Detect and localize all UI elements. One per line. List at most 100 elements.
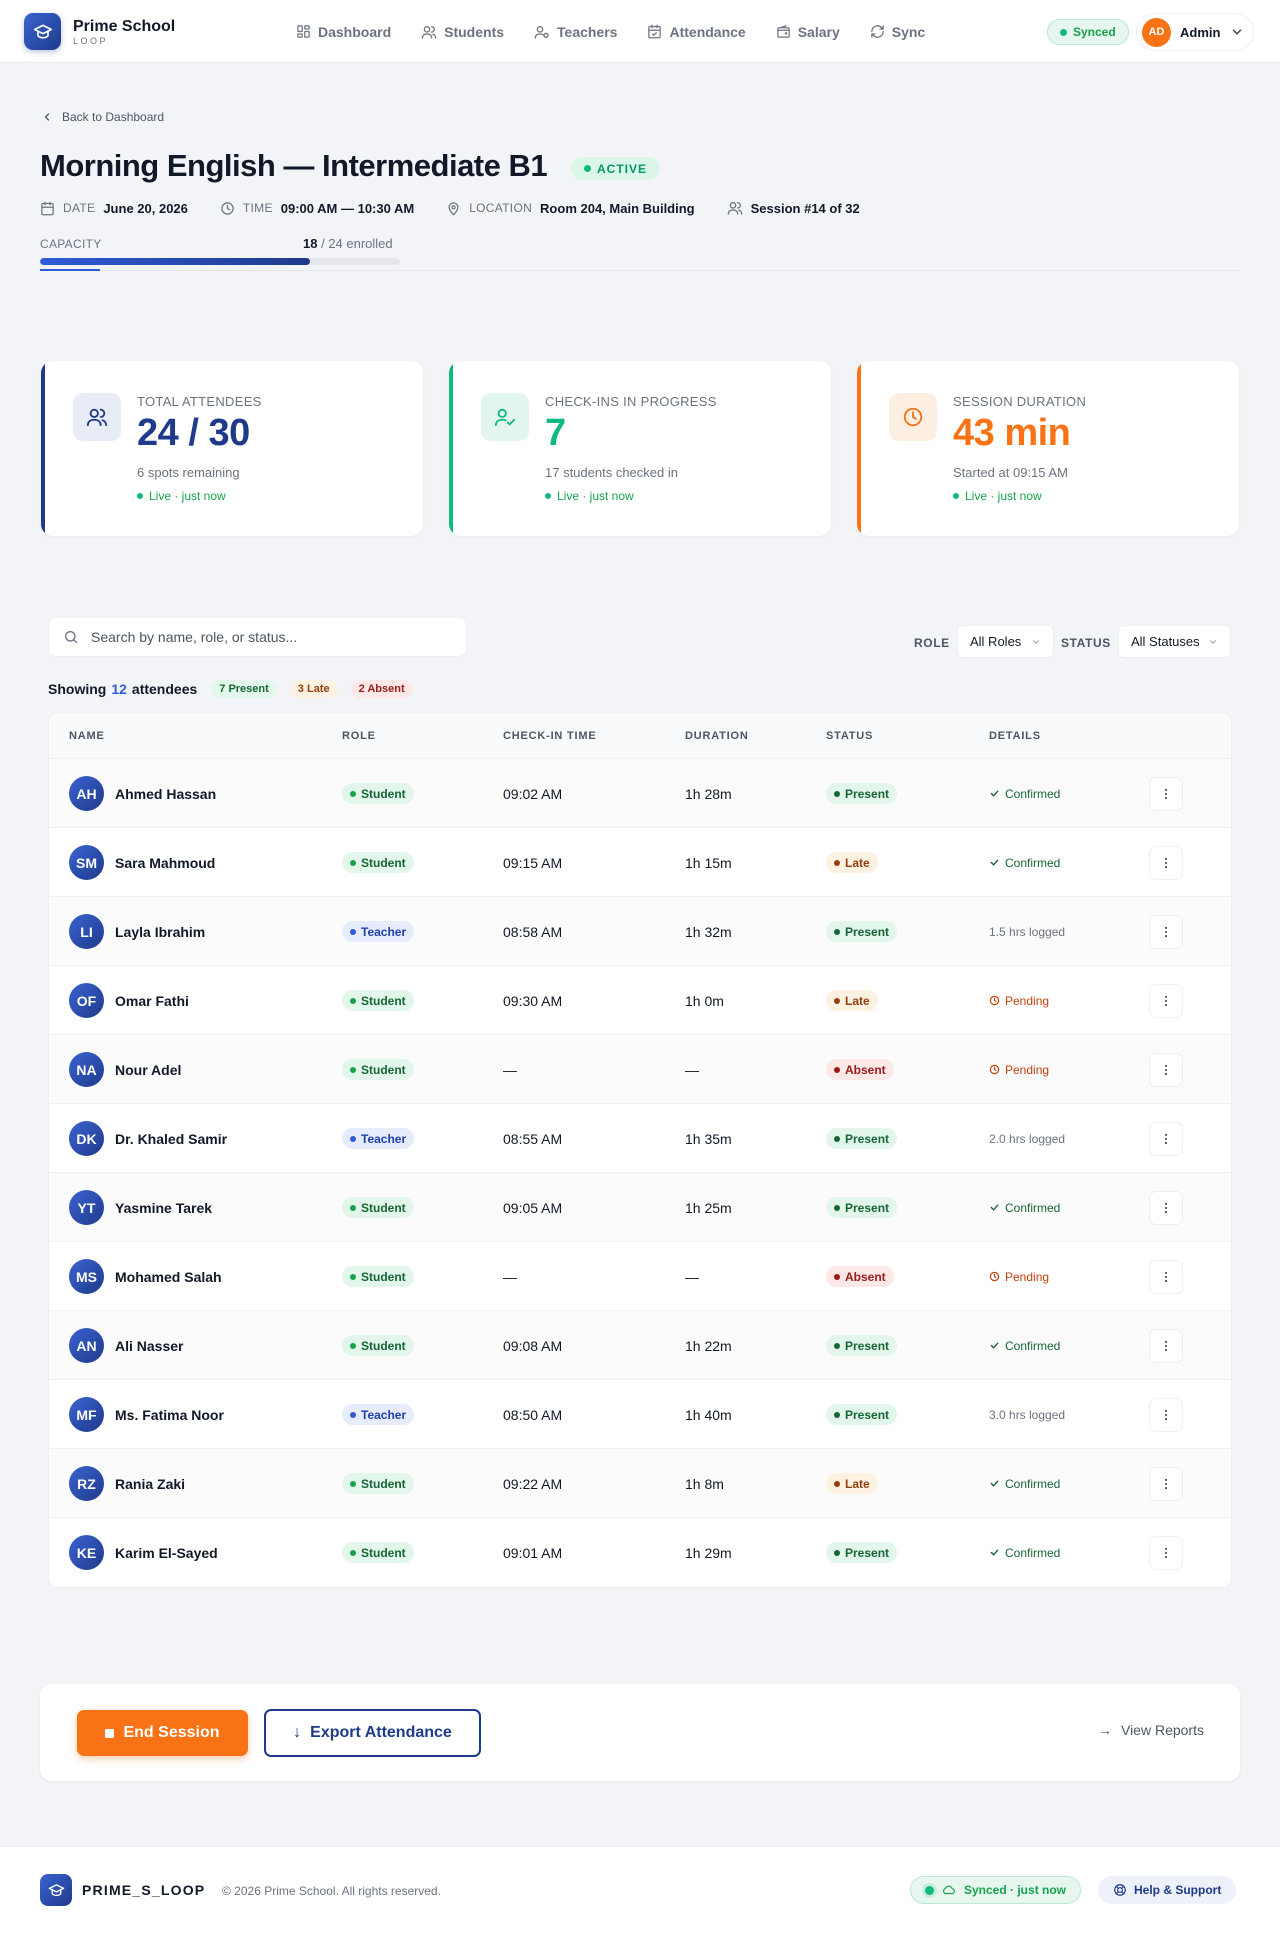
table-row[interactable]: DK Dr. Khaled Samir Teacher 08:55 AM 1h 35m P… xyxy=(49,1104,1231,1173)
row-actions-button[interactable] xyxy=(1149,914,1183,949)
table-row[interactable]: NA Nour Adel Student — — Absent Pending xyxy=(49,1035,1231,1104)
status-cell: Present xyxy=(826,759,898,828)
search-box xyxy=(48,617,467,657)
attendee-name[interactable]: Ali Nasser xyxy=(115,1338,183,1354)
checkin-cell: 09:01 AM xyxy=(503,1544,563,1561)
status-cell: Absent xyxy=(826,1035,894,1104)
table-row[interactable]: LI Layla Ibrahim Teacher 08:58 AM 1h 32m Pres… xyxy=(49,897,1231,966)
attendee-name[interactable]: Layla Ibrahim xyxy=(115,924,205,940)
attendee-name[interactable]: Rania Zaki xyxy=(115,1476,185,1492)
badge-dot xyxy=(834,997,840,1004)
back-link-label: Back to Dashboard xyxy=(62,110,165,124)
table-row[interactable]: YT Yasmine Tarek Student 09:05 AM 1h 25m Pres… xyxy=(49,1173,1231,1242)
column-header-role[interactable]: ROLE xyxy=(342,730,376,742)
status-badge: Present xyxy=(826,1128,898,1149)
attendee-name[interactable]: Yasmine Tarek xyxy=(115,1200,212,1216)
row-actions-button[interactable] xyxy=(1149,845,1183,880)
capacity-count: 18 / 24 enrolled xyxy=(303,236,393,251)
nav-students[interactable]: Students xyxy=(421,24,504,40)
nav-label: Teachers xyxy=(557,23,618,40)
wallet-icon xyxy=(776,25,790,38)
capacity-progress-bar xyxy=(40,258,400,265)
column-header-status[interactable]: STATUS xyxy=(826,730,873,742)
status-filter-select[interactable]: All Statuses xyxy=(1118,625,1231,658)
role-filter-label: ROLE xyxy=(914,636,950,650)
top-navbar: Prime School LOOP Dashboard Students Tea… xyxy=(0,0,1280,63)
sync-status-text: Synced xyxy=(1073,25,1116,39)
role-cell: Student xyxy=(342,1518,414,1587)
attendee-name[interactable]: Mohamed Salah xyxy=(115,1269,222,1285)
details-cell: 2.0 hrs logged xyxy=(989,1104,1065,1173)
column-header-duration[interactable]: DURATION xyxy=(685,730,749,742)
row-actions-button[interactable] xyxy=(1149,1328,1183,1363)
nav-label: Dashboard xyxy=(318,23,392,40)
status-cell: Present xyxy=(826,897,898,966)
row-actions-button[interactable] xyxy=(1149,1052,1183,1087)
status-cell: Late xyxy=(826,1449,878,1518)
table-row[interactable]: RZ Rania Zaki Student 09:22 AM 1h 8m Late Conf… xyxy=(49,1449,1231,1518)
arrow-right-icon: → xyxy=(1097,1722,1112,1738)
table-row[interactable]: MS Mohamed Salah Student — — Absent Pending xyxy=(49,1242,1231,1311)
summary-prefix: Showing xyxy=(48,681,107,697)
attendee-name[interactable]: Ahmed Hassan xyxy=(115,786,216,802)
row-actions-button[interactable] xyxy=(1149,1535,1183,1570)
role-text: Student xyxy=(361,1338,406,1353)
duration-cell: 1h 22m xyxy=(685,1337,732,1354)
search-input[interactable] xyxy=(91,629,431,645)
footer-copyright: © 2026 Prime School. All rights reserved… xyxy=(222,1884,441,1898)
nav-attendance[interactable]: Attendance xyxy=(647,24,746,40)
stat-subtext: 6 spots remaining xyxy=(137,465,240,480)
details-cell: Confirmed xyxy=(989,759,1060,828)
attendee-name[interactable]: Omar Fathi xyxy=(115,993,189,1009)
column-header-checkin[interactable]: CHECK-IN TIME xyxy=(503,730,597,742)
end-session-button[interactable]: End Session xyxy=(77,1710,248,1756)
name-cell: AN Ali Nasser xyxy=(69,1311,183,1380)
attendee-name[interactable]: Karim El-Sayed xyxy=(115,1545,218,1561)
name-cell: MF Ms. Fatima Noor xyxy=(69,1380,224,1449)
attendee-name[interactable]: Dr. Khaled Samir xyxy=(115,1131,227,1147)
brand[interactable]: Prime School LOOP xyxy=(24,13,175,50)
grid-icon xyxy=(297,25,310,38)
nav-teachers[interactable]: Teachers xyxy=(534,24,617,40)
stat-label: SESSION DURATION xyxy=(953,394,1087,409)
attendee-name[interactable]: Ms. Fatima Noor xyxy=(115,1407,224,1423)
export-attendance-button[interactable]: ↓ Export Attendance xyxy=(264,1709,481,1757)
table-row[interactable]: AN Ali Nasser Student 09:08 AM 1h 22m Present… xyxy=(49,1311,1231,1380)
view-reports-link[interactable]: → View Reports xyxy=(1098,1722,1204,1738)
row-actions-button[interactable] xyxy=(1149,1190,1183,1225)
status-text: Late xyxy=(845,855,870,870)
table-row[interactable]: MF Ms. Fatima Noor Teacher 08:50 AM 1h 40m Pr… xyxy=(49,1380,1231,1449)
download-arrow-icon: ↓ xyxy=(293,1724,302,1741)
table-row[interactable]: SM Sara Mahmoud Student 09:15 AM 1h 15m Late C… xyxy=(49,828,1231,897)
table-row[interactable]: OF Omar Fathi Student 09:30 AM 1h 0m Late Pend… xyxy=(49,966,1231,1035)
session-location: LOCATION Room 204, Main Building xyxy=(446,201,695,216)
attendee-name[interactable]: Sara Mahmoud xyxy=(115,855,215,871)
column-header-details[interactable]: DETAILS xyxy=(989,730,1041,742)
export-label: Export Attendance xyxy=(310,1724,452,1741)
nav-salary[interactable]: Salary xyxy=(776,24,840,40)
status-cell: Present xyxy=(826,1380,898,1449)
row-actions-button[interactable] xyxy=(1149,983,1183,1018)
row-actions-button[interactable] xyxy=(1149,1121,1183,1156)
details-cell: Pending xyxy=(989,966,1049,1035)
row-actions-button[interactable] xyxy=(1149,1466,1183,1501)
row-actions-button[interactable] xyxy=(1149,1397,1183,1432)
nav-dashboard[interactable]: Dashboard xyxy=(296,24,391,40)
attendee-name[interactable]: Nour Adel xyxy=(115,1062,181,1078)
column-header-name[interactable]: NAME xyxy=(69,730,105,742)
enrolled-count: 18 xyxy=(303,236,318,251)
header-divider xyxy=(40,270,1240,271)
table-row[interactable]: AH Ahmed Hassan Student 09:02 AM 1h 28m Prese… xyxy=(49,759,1231,828)
row-actions-button[interactable] xyxy=(1149,776,1183,811)
nav-sync[interactable]: Sync xyxy=(870,24,925,40)
row-actions-button[interactable] xyxy=(1149,1259,1183,1294)
back-to-dashboard-link[interactable]: Back to Dashboard xyxy=(41,110,164,124)
more-vertical-icon xyxy=(1164,1547,1168,1558)
help-support-button[interactable]: Help & Support xyxy=(1098,1876,1237,1904)
status-cell: Absent xyxy=(826,1242,894,1311)
role-filter-select[interactable]: All Roles xyxy=(957,625,1054,658)
role-cell: Teacher xyxy=(342,1104,415,1173)
user-menu[interactable]: AD Admin xyxy=(1136,13,1254,51)
table-row[interactable]: KE Karim El-Sayed Student 09:01 AM 1h 29m Pre… xyxy=(49,1518,1231,1587)
check-icon xyxy=(990,1549,999,1556)
